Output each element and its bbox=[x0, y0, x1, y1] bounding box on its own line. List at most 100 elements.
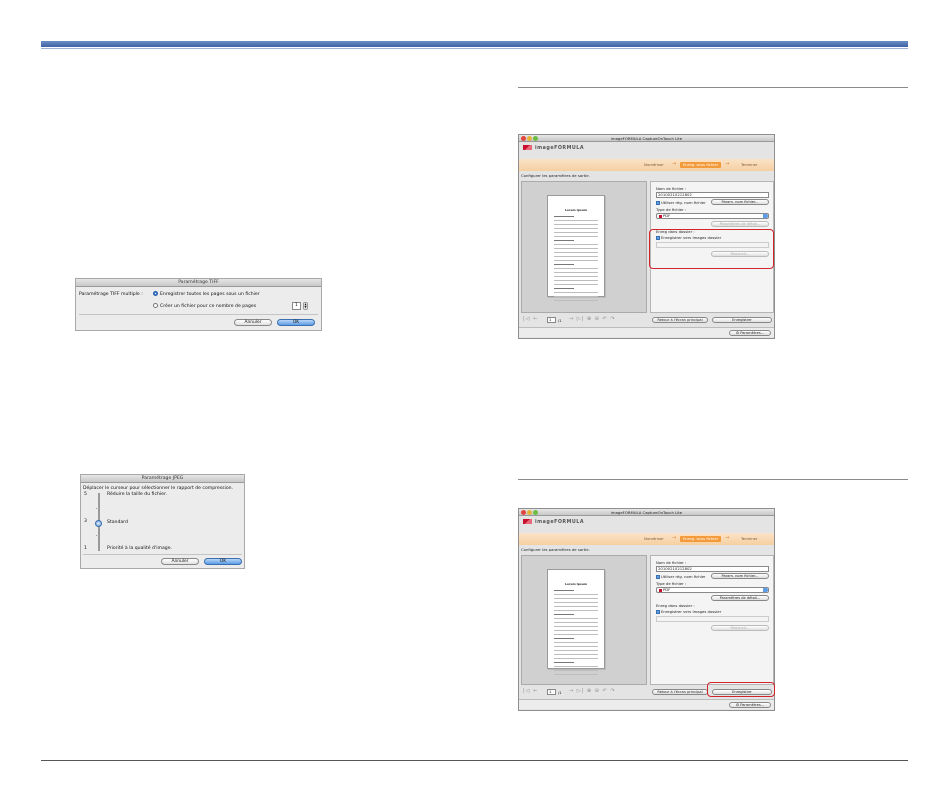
filetype-select[interactable]: PDF bbox=[656, 213, 769, 219]
progress-steps: Numériser → Enreg. sous fichier → Termin… bbox=[519, 533, 774, 545]
next-page-icon[interactable]: → bbox=[569, 688, 574, 694]
zoom-in-icon[interactable]: ⊕ bbox=[587, 316, 592, 322]
preview-text-line bbox=[554, 292, 598, 293]
preview-text-line bbox=[554, 590, 574, 591]
preview-text-line bbox=[554, 272, 598, 273]
compression-slider-knob[interactable] bbox=[95, 520, 102, 527]
section-rule-middle bbox=[518, 479, 908, 480]
zoom-out-icon[interactable]: ⊖ bbox=[595, 688, 600, 694]
zoom-out-icon[interactable]: ⊖ bbox=[595, 316, 600, 322]
folder-path-field[interactable] bbox=[656, 616, 769, 622]
preview-text-line bbox=[554, 594, 598, 595]
rotate-right-icon[interactable]: ↷ bbox=[610, 688, 615, 694]
filename-input[interactable]: 20100210212802 bbox=[656, 566, 769, 572]
pdf-icon bbox=[659, 214, 662, 218]
minimize-icon[interactable] bbox=[527, 136, 532, 141]
preview-text-line bbox=[554, 224, 598, 225]
jpeg-instruction: Déplacer le curseur pour sélectionner le… bbox=[83, 486, 234, 491]
preview-text-line bbox=[554, 232, 598, 233]
preview-text-line bbox=[554, 662, 574, 663]
step-done: Terminer bbox=[741, 162, 758, 167]
app-logo: imageFORMULA bbox=[523, 519, 584, 525]
filetype-value: PDF bbox=[663, 587, 671, 592]
preview-text-line bbox=[554, 602, 598, 603]
tiff-pages-stepper[interactable]: ▲ ▼ bbox=[303, 302, 308, 310]
filename-rule-button[interactable]: Param. nom fichier... bbox=[711, 573, 769, 579]
close-icon[interactable] bbox=[521, 136, 526, 141]
page-navigator-tools: → ▷| ⊕ ⊖ ↶ ↷ bbox=[569, 688, 616, 694]
tiff-option-split-label: Créer un fichier pour ce nombre de pages bbox=[160, 304, 257, 309]
preview-text-line bbox=[554, 260, 598, 261]
chevron-down-icon[interactable] bbox=[763, 588, 768, 592]
use-filename-rule-checkbox[interactable]: Utiliser règ. nom fichier bbox=[656, 200, 706, 205]
slider-tick bbox=[96, 508, 97, 509]
chevron-down-icon[interactable]: ▼ bbox=[304, 305, 306, 309]
page-number-field[interactable]: 1 bbox=[547, 317, 556, 323]
jpeg-cancel-button[interactable]: Annuler bbox=[161, 558, 199, 565]
slider-label-mid: Standard bbox=[107, 520, 128, 525]
filename-rule-button[interactable]: Param. nom fichier... bbox=[711, 199, 769, 205]
save-button[interactable]: Enregistrer bbox=[712, 317, 772, 323]
chevron-down-icon[interactable] bbox=[763, 214, 768, 218]
first-page-icon[interactable]: |◁ bbox=[523, 316, 531, 322]
instruction-text: Configurer les paramètres de sortie. bbox=[521, 173, 590, 178]
tiff-option-split[interactable]: Créer un fichier pour ce nombre de pages bbox=[153, 303, 256, 309]
filetype-value: PDF bbox=[663, 213, 671, 218]
window-titlebar: imageFORMULA CaptureOnTouch Lite bbox=[519, 135, 774, 142]
back-to-main-button[interactable]: Retour à l'écran principal bbox=[652, 317, 708, 323]
browse-button[interactable]: Parcourir... bbox=[711, 625, 769, 631]
settings-button[interactable]: ⚙ Paramètres... bbox=[729, 702, 771, 708]
zoom-in-icon[interactable]: ⊕ bbox=[587, 688, 592, 694]
use-filename-rule-label: Utiliser règ. nom fichier bbox=[661, 200, 706, 205]
filetype-select[interactable]: PDF bbox=[656, 587, 769, 593]
preview-page: Lorem Ipsum bbox=[547, 569, 605, 675]
preview-text-line bbox=[554, 264, 574, 265]
step-scan: Numériser bbox=[644, 536, 664, 541]
tiff-cancel-button[interactable]: Annuler bbox=[234, 319, 272, 326]
rotate-right-icon[interactable]: ↷ bbox=[610, 316, 615, 322]
preview-text-line bbox=[554, 618, 598, 619]
tiff-option-all[interactable]: Enregistrer toutes les pages sous un fic… bbox=[153, 291, 260, 297]
checkbox-checked-icon[interactable] bbox=[656, 575, 660, 579]
checkbox-checked-icon[interactable] bbox=[656, 610, 660, 614]
window-title: imageFORMULA CaptureOnTouch Lite bbox=[610, 136, 683, 141]
use-filename-rule-checkbox[interactable]: Utiliser règ. nom fichier bbox=[656, 574, 706, 579]
detail-settings-button[interactable]: Paramètres de détail... bbox=[711, 595, 769, 601]
last-page-icon[interactable]: ▷| bbox=[577, 688, 585, 694]
preview-text-line bbox=[554, 626, 598, 627]
prev-page-icon[interactable]: ← bbox=[533, 316, 538, 322]
slider-label-top: Réduire la taille du fichier. bbox=[107, 492, 167, 497]
next-page-icon[interactable]: → bbox=[569, 316, 574, 322]
filetype-label: Type de fichier : bbox=[656, 581, 687, 586]
filename-input[interactable]: 20100210212802 bbox=[656, 192, 769, 198]
radio-selected-icon[interactable] bbox=[153, 291, 158, 296]
checkbox-checked-icon[interactable] bbox=[656, 201, 660, 205]
preview-text-line bbox=[554, 622, 598, 623]
close-icon[interactable] bbox=[521, 510, 526, 515]
back-to-main-button[interactable]: Retour à l'écran principal bbox=[652, 689, 708, 695]
settings-button[interactable]: ⚙ Paramètres... bbox=[729, 330, 771, 336]
tiff-pages-field[interactable]: 1 bbox=[292, 302, 301, 310]
first-page-icon[interactable]: |◁ bbox=[523, 688, 531, 694]
prev-page-icon[interactable]: ← bbox=[533, 688, 538, 694]
brand-logo-icon bbox=[523, 145, 532, 150]
slider-level-bottom: 1 bbox=[84, 546, 87, 551]
zoom-icon[interactable] bbox=[533, 136, 538, 141]
minimize-icon[interactable] bbox=[527, 510, 532, 515]
step-save-current: Enreg. sous fichier bbox=[680, 162, 722, 168]
preview-text-line bbox=[554, 300, 598, 301]
zoom-icon[interactable] bbox=[533, 510, 538, 515]
jpeg-ok-button[interactable]: OK bbox=[204, 558, 242, 565]
tiff-ok-button[interactable]: OK bbox=[277, 319, 315, 326]
last-page-icon[interactable]: ▷| bbox=[577, 316, 585, 322]
save-to-images-checkbox[interactable]: Enregistrer vers Images dossier bbox=[656, 609, 721, 614]
radio-unselected-icon[interactable] bbox=[153, 303, 158, 308]
page-number-field[interactable]: 1 bbox=[547, 689, 556, 695]
folder-label: Enreg dans dossier : bbox=[656, 603, 695, 608]
rotate-left-icon[interactable]: ↶ bbox=[603, 688, 608, 694]
preview-text-line bbox=[554, 614, 574, 615]
save-to-images-label: Enregistrer vers Images dossier bbox=[661, 609, 722, 614]
logo-text: imageFORMULA bbox=[535, 146, 585, 151]
detail-settings-button[interactable]: Paramètres de détail... bbox=[711, 221, 769, 227]
rotate-left-icon[interactable]: ↶ bbox=[603, 316, 608, 322]
